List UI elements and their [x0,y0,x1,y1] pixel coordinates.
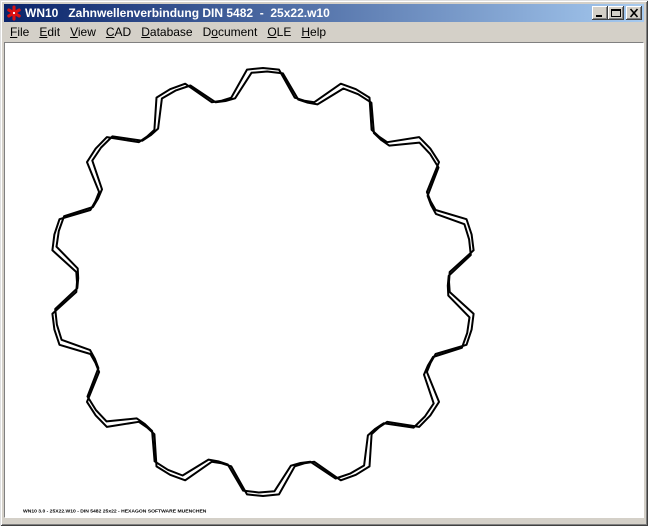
spline-inner-contour [55,72,471,493]
spline-outer-contour [52,68,473,496]
window-controls [592,6,642,20]
close-button[interactable] [626,6,642,20]
title-bar[interactable]: WN10 Zahnwellenverbindung DIN 5482 - 25x… [4,4,644,22]
menu-item-database[interactable]: Database [136,24,197,40]
minimize-icon [594,8,606,18]
minimize-button[interactable] [592,6,608,20]
menu-bar: FileEditViewCADDatabaseDocumentOLEHelp [4,23,644,41]
close-icon [628,8,640,18]
menu-item-file[interactable]: File [5,24,34,40]
maximize-button[interactable] [608,6,624,20]
window-title: WN10 Zahnwellenverbindung DIN 5482 - 25x… [25,4,592,22]
drawing-canvas: WN10 3.0 - 25X22.W10 - DIN 5482 25x22 - … [4,42,644,518]
menu-item-cad[interactable]: CAD [101,24,136,40]
app-window: WN10 Zahnwellenverbindung DIN 5482 - 25x… [0,0,648,526]
spline-profile-drawing [5,43,643,517]
maximize-icon [610,8,622,18]
menu-item-document[interactable]: Document [198,24,263,40]
app-icon[interactable] [6,5,22,21]
icon-center-dot [13,12,15,14]
drawing-stamp: WN10 3.0 - 25X22.W10 - DIN 5482 25x22 - … [23,509,206,514]
menu-item-edit[interactable]: Edit [34,24,65,40]
menu-item-ole[interactable]: OLE [262,24,296,40]
menu-item-help[interactable]: Help [296,24,331,40]
menu-item-view[interactable]: View [65,24,101,40]
